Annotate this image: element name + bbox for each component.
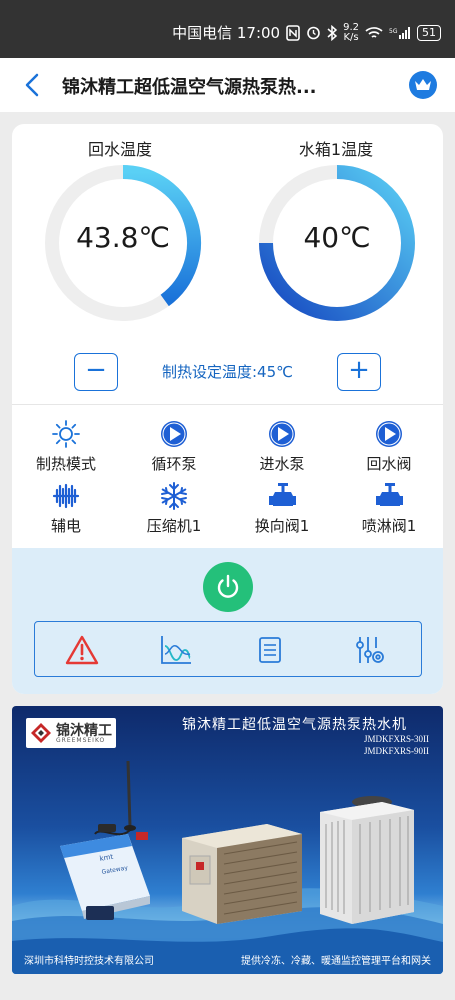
status-label: 换向阀1 — [254, 517, 310, 535]
line-chart-icon — [161, 636, 191, 664]
divider — [12, 404, 443, 405]
gateway-device-image: kmt Gateway — [60, 760, 150, 920]
brand-logo-icon — [31, 723, 51, 743]
control-panel — [12, 548, 443, 694]
status-label: 喷淋阀1 — [361, 517, 417, 535]
battery-indicator: 51 — [417, 24, 441, 41]
status-spray-valve1: 喷淋阀1 — [335, 480, 443, 536]
snowflake-icon — [157, 480, 191, 512]
status-return-valve: 回水阀 — [335, 418, 443, 474]
status-reversing-valve1: 换向阀1 — [228, 480, 336, 536]
banner-title: 锦沐精工超低温空气源热泵热水机 — [182, 717, 407, 733]
play-circle-icon — [265, 418, 299, 450]
status-label: 制热模式 — [35, 455, 96, 473]
status-circulation-pump: 循环泵 — [120, 418, 228, 474]
heater-icon — [49, 480, 83, 512]
return-water-label: 回水温度 — [87, 140, 152, 159]
wifi-icon — [365, 26, 383, 38]
list-button[interactable] — [253, 634, 287, 666]
play-circle-icon — [157, 418, 191, 450]
company-slogan: 提供冷冻、冷藏、暖通监控管理平台和网关 — [241, 956, 431, 967]
alarm-clock-icon — [307, 26, 320, 40]
valve-icon — [372, 480, 406, 512]
model-number: JMDKFXRS-30II — [363, 734, 429, 744]
power-icon — [217, 574, 239, 598]
status-bar: 中国电信 17:00 9.2 K/s 5G 51 — [0, 0, 455, 58]
chart-button[interactable] — [159, 634, 193, 666]
vip-crown-button[interactable] — [409, 71, 437, 99]
heat-pump-unit-small-image — [182, 824, 302, 924]
status-label: 辅电 — [50, 517, 81, 535]
heat-pump-unit-large-image — [320, 796, 414, 924]
function-toolbar — [34, 621, 422, 677]
power-button[interactable] — [203, 562, 253, 612]
return-water-value: 43.8℃ — [76, 221, 170, 254]
nav-bar: 锦沐精工超低温空气源热泵热... — [0, 58, 455, 112]
warning-icon — [65, 635, 99, 665]
advertisement-banner[interactable]: 锦沐精工 GREEMSEIKO 锦沐精工超低温空气源热泵热水机 JMDKFXRS… — [12, 706, 443, 974]
status-label: 压缩机1 — [146, 517, 202, 535]
settings-button[interactable] — [353, 634, 387, 666]
list-document-icon — [259, 637, 281, 663]
increase-temp-button[interactable]: + — [337, 353, 381, 391]
status-label: 循环泵 — [151, 455, 197, 473]
settings-sliders-icon — [356, 637, 384, 663]
company-name: 深圳市科特时控技术有限公司 — [24, 956, 154, 967]
play-circle-icon — [372, 418, 406, 450]
brand-subtitle: GREEMSEIKO — [56, 737, 106, 744]
status-inlet-pump: 进水泵 — [228, 418, 336, 474]
tank1-value: 40℃ — [303, 221, 371, 254]
svg-text:5G: 5G — [389, 28, 398, 35]
brand-logo: 锦沐精工 GREEMSEIKO — [26, 718, 116, 748]
nfc-icon — [286, 24, 300, 41]
device-control-card: 回水温度 43.8℃ 水箱1温度 40℃ − 制热设定温度:45℃ + 制热模式… — [12, 124, 443, 694]
status-heating-mode: 制热模式 — [12, 418, 120, 474]
valve-icon — [265, 480, 299, 512]
status-label: 回水阀 — [366, 455, 412, 473]
tank1-label: 水箱1温度 — [298, 140, 374, 159]
crown-icon — [415, 79, 431, 90]
status-aux-heater: 辅电 — [12, 480, 120, 536]
back-arrow-icon[interactable] — [20, 72, 46, 98]
carrier-time: 中国电信 17:00 — [172, 24, 281, 42]
signal-5g-icon: 5G — [389, 26, 410, 39]
model-number: JMDKFXRS-90II — [363, 746, 429, 756]
bluetooth-icon — [327, 24, 338, 41]
sun-icon — [49, 418, 83, 450]
gesture-bar-area — [0, 975, 455, 1000]
page-title: 锦沐精工超低温空气源热泵热... — [62, 77, 317, 98]
status-label: 进水泵 — [259, 455, 305, 473]
status-compressor1: 压缩机1 — [120, 480, 228, 536]
alarm-button[interactable] — [65, 634, 99, 666]
network-speed: 9.2 K/s — [343, 21, 359, 43]
